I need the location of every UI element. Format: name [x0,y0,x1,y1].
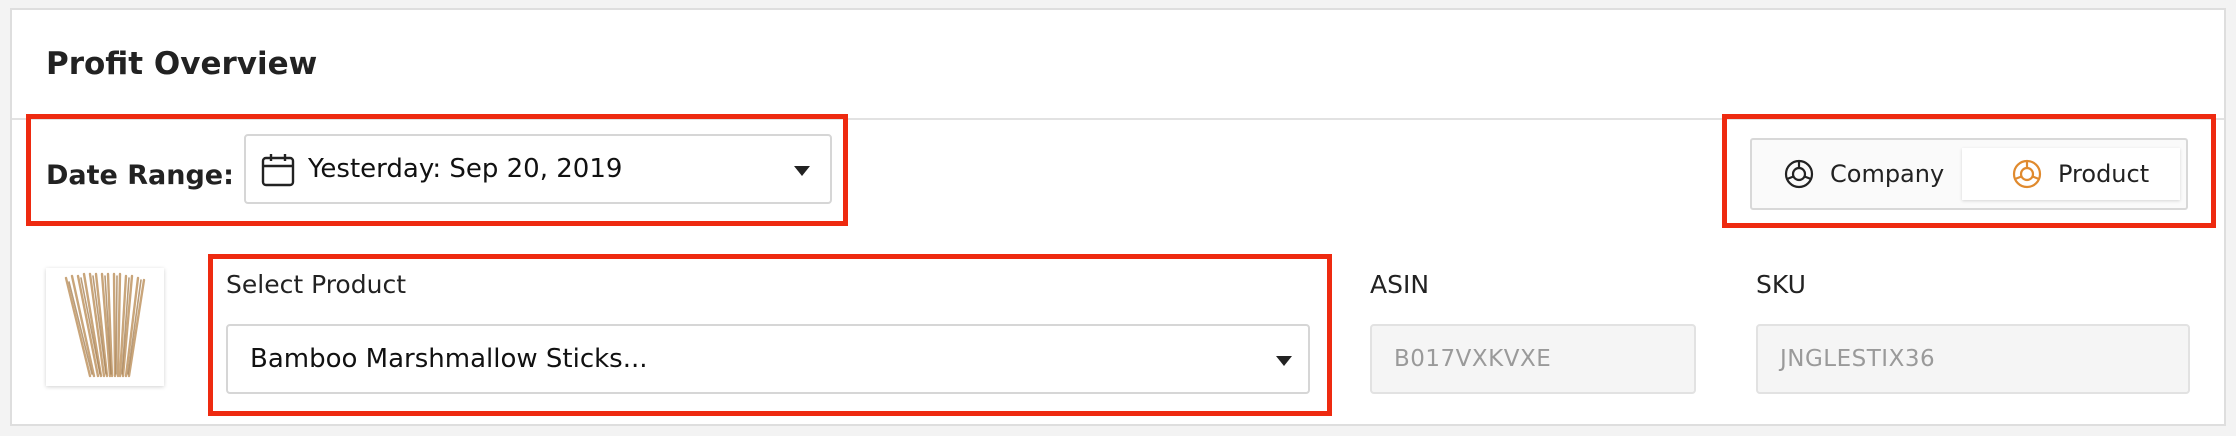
asin-field: B017VXKVXE [1370,324,1696,394]
highlight-box-select-product [208,254,1332,416]
product-image [46,268,164,386]
profit-overview-panel: Profit Overview Date Range: Yesterday: S… [10,8,2226,426]
page-title: Profit Overview [46,46,318,82]
sku-label: SKU [1756,270,1806,299]
asin-label: ASIN [1370,270,1430,299]
highlight-box-date-range [26,114,848,226]
sku-field: JNGLESTIX36 [1756,324,2190,394]
panel-header: Profit Overview [12,10,2224,120]
highlight-box-view-toggle [1722,114,2216,228]
